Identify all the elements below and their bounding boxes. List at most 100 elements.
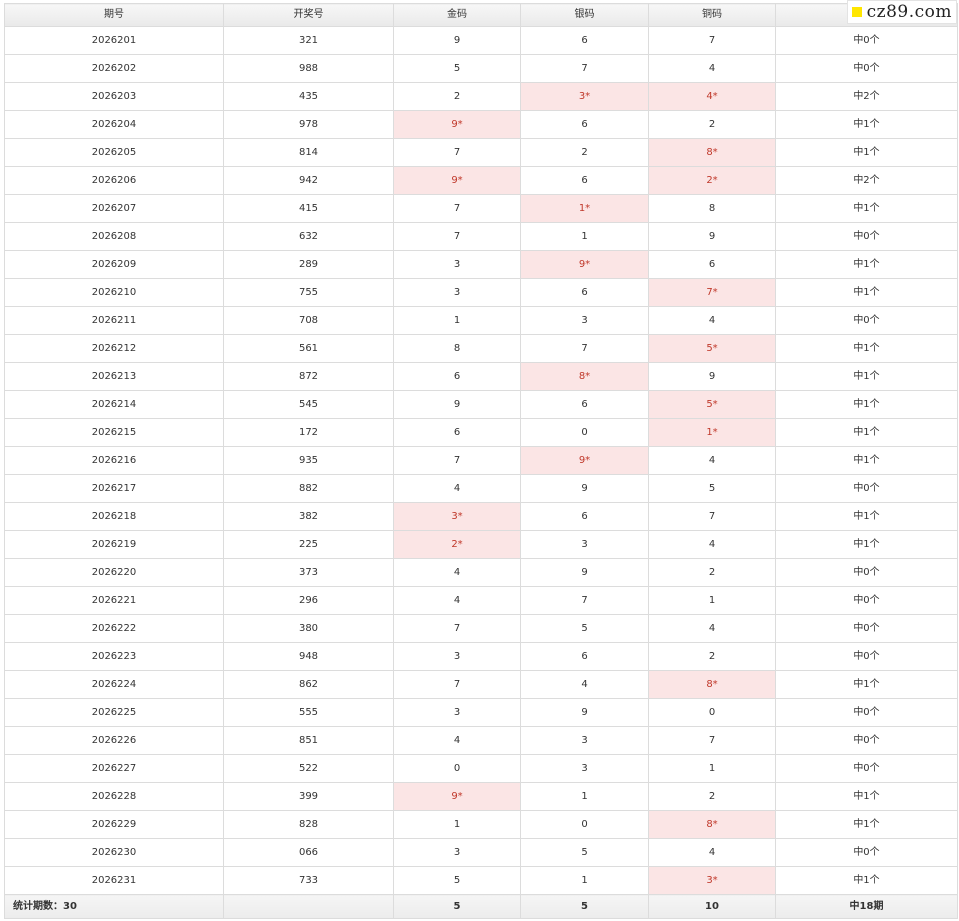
cell-draw-number: 872 xyxy=(223,362,394,391)
cell-bronze: 0 xyxy=(648,698,776,727)
cell-draw-number: 733 xyxy=(223,866,394,895)
cell-issue: 2026216 xyxy=(4,446,224,475)
cell-bronze: 9 xyxy=(648,222,776,251)
cell-draw-number: 435 xyxy=(223,82,394,111)
cell-draw-number: 321 xyxy=(223,26,394,55)
table-row: 2026231 733 5 1 3* 中1个 xyxy=(4,866,958,895)
cell-gold: 9 xyxy=(393,390,521,419)
cell-bronze: 7* xyxy=(648,278,776,307)
cell-gold: 2 xyxy=(393,82,521,111)
cell-gold: 7 xyxy=(393,446,521,475)
cell-bronze: 2 xyxy=(648,642,776,671)
cell-draw-number: 851 xyxy=(223,726,394,755)
cell-issue: 2026204 xyxy=(4,110,224,139)
cell-draw-number: 708 xyxy=(223,306,394,335)
summary-label: 统计期数：30 xyxy=(4,894,224,919)
cell-result: 中0个 xyxy=(775,558,958,587)
table-row: 2026204 978 9* 6 2 中1个 xyxy=(4,110,958,139)
cell-bronze: 4 xyxy=(648,54,776,83)
table-row: 2026208 632 7 1 9 中0个 xyxy=(4,222,958,251)
cell-draw-number: 948 xyxy=(223,642,394,671)
header-gold[interactable]: 金码 xyxy=(393,3,521,27)
cell-issue: 2026207 xyxy=(4,194,224,223)
table-row: 2026226 851 4 3 7 中0个 xyxy=(4,726,958,755)
cell-issue: 2026212 xyxy=(4,334,224,363)
cell-draw-number: 172 xyxy=(223,418,394,447)
cell-draw-number: 882 xyxy=(223,474,394,503)
cell-bronze: 6 xyxy=(648,250,776,279)
cell-silver: 5 xyxy=(520,614,649,643)
cell-gold: 7 xyxy=(393,614,521,643)
cell-silver: 0 xyxy=(520,810,649,839)
cell-bronze: 2 xyxy=(648,110,776,139)
table-row: 2026218 382 3* 6 7 中1个 xyxy=(4,502,958,531)
cell-result: 中0个 xyxy=(775,838,958,867)
cell-bronze: 5 xyxy=(648,474,776,503)
cell-bronze: 8* xyxy=(648,670,776,699)
logo-text: cz89.com xyxy=(866,2,952,22)
cell-silver: 0 xyxy=(520,418,649,447)
cell-issue: 2026226 xyxy=(4,726,224,755)
cell-draw-number: 942 xyxy=(223,166,394,195)
header-draw-number[interactable]: 开奖号 xyxy=(223,3,394,27)
cell-result: 中1个 xyxy=(775,138,958,167)
cell-issue: 2026220 xyxy=(4,558,224,587)
table-header: 期号 开奖号 金码 银码 铜码 xyxy=(4,3,958,27)
cell-result: 中1个 xyxy=(775,278,958,307)
summary-gold: 5 xyxy=(393,894,521,919)
cell-result: 中1个 xyxy=(775,334,958,363)
summary-total: 中18期 xyxy=(775,894,958,919)
cell-result: 中1个 xyxy=(775,502,958,531)
table-row: 2026207 415 7 1* 8 中1个 xyxy=(4,194,958,223)
cell-silver: 9* xyxy=(520,446,649,475)
cell-result: 中0个 xyxy=(775,306,958,335)
cell-draw-number: 862 xyxy=(223,670,394,699)
table-row: 2026219 225 2* 3 4 中1个 xyxy=(4,530,958,559)
cell-silver: 8* xyxy=(520,362,649,391)
table-row: 2026220 373 4 9 2 中0个 xyxy=(4,558,958,587)
summary-silver: 5 xyxy=(520,894,649,919)
table-row: 2026221 296 4 7 1 中0个 xyxy=(4,586,958,615)
cell-silver: 3* xyxy=(520,82,649,111)
cell-result: 中1个 xyxy=(775,810,958,839)
cell-gold: 1 xyxy=(393,306,521,335)
cell-draw-number: 988 xyxy=(223,54,394,83)
cell-issue: 2026229 xyxy=(4,810,224,839)
cell-issue: 2026201 xyxy=(4,26,224,55)
cell-issue: 2026211 xyxy=(4,306,224,335)
cell-silver: 3 xyxy=(520,306,649,335)
cell-result: 中1个 xyxy=(775,418,958,447)
summary-bronze: 10 xyxy=(648,894,776,919)
cell-gold: 7 xyxy=(393,670,521,699)
cell-bronze: 4 xyxy=(648,530,776,559)
summary-row: 统计期数：30 5 5 10 中18期 xyxy=(4,894,958,919)
header-issue[interactable]: 期号 xyxy=(4,3,224,27)
cell-issue: 2026210 xyxy=(4,278,224,307)
table-row: 2026212 561 8 7 5* 中1个 xyxy=(4,334,958,363)
cell-draw-number: 814 xyxy=(223,138,394,167)
cell-bronze: 4* xyxy=(648,82,776,111)
cell-draw-number: 755 xyxy=(223,278,394,307)
cell-gold: 3 xyxy=(393,250,521,279)
cell-gold: 3 xyxy=(393,642,521,671)
cell-issue: 2026208 xyxy=(4,222,224,251)
cell-issue: 2026203 xyxy=(4,82,224,111)
table-row: 2026215 172 6 0 1* 中1个 xyxy=(4,418,958,447)
cell-gold: 6 xyxy=(393,362,521,391)
cell-silver: 1* xyxy=(520,194,649,223)
header-bronze[interactable]: 铜码 xyxy=(648,3,776,27)
cell-draw-number: 522 xyxy=(223,754,394,783)
cell-silver: 1 xyxy=(520,866,649,895)
cell-gold: 4 xyxy=(393,586,521,615)
cell-silver: 7 xyxy=(520,586,649,615)
cell-issue: 2026224 xyxy=(4,670,224,699)
header-silver[interactable]: 银码 xyxy=(520,3,649,27)
cell-bronze: 4 xyxy=(648,838,776,867)
cell-silver: 3 xyxy=(520,726,649,755)
table-row: 2026209 289 3 9* 6 中1个 xyxy=(4,250,958,279)
cell-draw-number: 935 xyxy=(223,446,394,475)
cell-silver: 9* xyxy=(520,250,649,279)
cell-silver: 9 xyxy=(520,474,649,503)
cell-silver: 6 xyxy=(520,642,649,671)
cell-silver: 1 xyxy=(520,782,649,811)
